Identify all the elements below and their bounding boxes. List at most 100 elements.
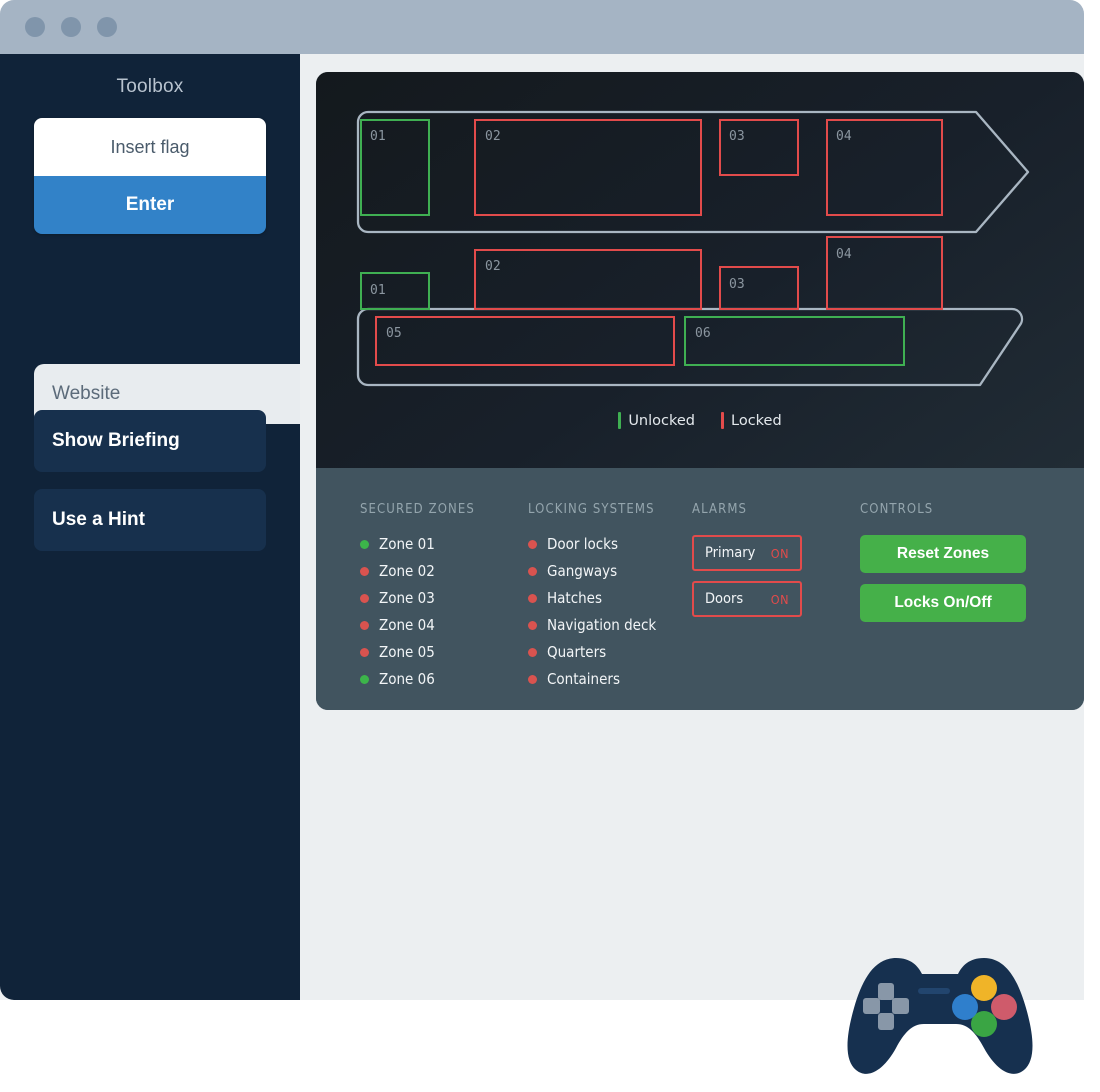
alarm-toggle-primary[interactable]: Primary ON [692,535,802,571]
diagram-legend: Unlocked Locked [316,412,1084,429]
zone-rect-lower-02[interactable] [474,249,702,310]
zone-label-lower-02: 02 [485,259,501,274]
page-root: Toolbox Enter Website Show Briefing Use … [0,0,1100,1092]
zone-label-upper-04: 04 [836,129,852,144]
zone-label-lower-04: 04 [836,247,852,262]
controls-column: CONTROLS Reset Zones Locks On/Off [860,502,1040,710]
alarm-name-doors: Doors [705,591,744,607]
zone-rect-upper-02[interactable] [474,119,702,216]
status-dot-locked [360,647,369,657]
zone-label-lower-03: 03 [729,277,745,292]
show-briefing-label: Show Briefing [52,430,180,451]
alarm-state-doors: ON [770,591,789,607]
secured-zones-heading: SECURED ZONES [360,502,475,517]
gamepad-button-blue [952,994,978,1020]
zone-label-upper-01: 01 [370,129,386,144]
lower-hull-outline [356,307,1024,387]
browser-window: Toolbox Enter Website Show Briefing Use … [0,0,1084,1000]
maximize-icon[interactable] [97,17,117,37]
zone-label-lower-05: 05 [386,326,402,341]
locking-status-label: Quarters [547,643,607,661]
sidebar: Toolbox Enter Website Show Briefing Use … [0,54,304,1000]
zone-label-lower-06: 06 [695,326,711,341]
gamepad-icon [847,958,1033,1074]
window-titlebar [0,0,1084,54]
controls-heading: CONTROLS [860,502,934,517]
toolbox-title: Toolbox [116,76,184,97]
status-dot-locked [360,620,369,630]
zone-label-lower-01: 01 [370,283,386,298]
gamepad-center-bar [918,988,950,994]
reset-zones-button[interactable]: Reset Zones [860,535,1026,573]
locking-status-item: Door locks [528,535,692,553]
gamepad-button-red [991,994,1017,1020]
locking-status-item: Gangways [528,562,692,580]
locks-on-off-button[interactable]: Locks On/Off [860,584,1026,622]
status-dot-unlocked [360,674,369,684]
close-icon[interactable] [25,17,45,37]
locking-status-label: Containers [547,670,620,688]
alarm-state-primary: ON [770,545,789,561]
sidebar-tab-website-label: Website [52,383,121,404]
zone-status-label: Zone 06 [379,670,435,688]
alarm-toggle-doors[interactable]: Doors ON [692,581,802,617]
alarm-name-primary: Primary [705,545,756,561]
status-dot-locked [528,620,537,630]
zone-label-upper-03: 03 [729,129,745,144]
zone-status-item: Zone 06 [360,670,528,688]
locking-status-item: Containers [528,670,692,688]
control-panel: SECURED ZONES Zone 01 Zone 02 Zone 03 Zo… [316,468,1084,710]
legend-swatch-unlocked [618,412,622,429]
locking-status-item: Navigation deck [528,616,692,634]
locking-systems-column: LOCKING SYSTEMS Door locks Gangways Hatc… [528,502,692,710]
status-dot-locked [528,566,537,576]
status-dot-locked [528,674,537,684]
minimize-icon[interactable] [61,17,81,37]
locking-status-label: Hatches [547,589,603,607]
show-briefing-button[interactable]: Show Briefing [34,410,266,472]
locking-status-label: Door locks [547,535,619,553]
locking-systems-heading: LOCKING SYSTEMS [528,502,655,517]
zone-status-label: Zone 05 [379,643,435,661]
ship-diagram: 01 02 03 04 01 02 03 04 05 06 Unlocked L… [316,72,1084,468]
locking-status-label: Navigation deck [547,616,657,634]
legend-swatch-locked [721,412,724,429]
zone-status-item: Zone 01 [360,535,528,553]
status-dot-locked [360,593,369,603]
insert-flag-input[interactable] [34,118,266,176]
use-a-hint-button[interactable]: Use a Hint [34,489,266,551]
zone-status-label: Zone 02 [379,562,435,580]
zone-status-label: Zone 03 [379,589,435,607]
legend-item-unlocked: Unlocked [618,412,695,429]
zone-status-label: Zone 04 [379,616,435,634]
locking-status-item: Hatches [528,589,692,607]
legend-label-locked: Locked [731,412,782,429]
status-dot-locked [528,539,537,549]
status-dot-locked [528,593,537,603]
zone-rect-lower-05[interactable] [375,316,675,366]
enter-button[interactable]: Enter [34,176,266,234]
flag-submit-group: Enter [34,118,266,234]
use-a-hint-label: Use a Hint [52,509,145,530]
ship-security-app: 01 02 03 04 01 02 03 04 05 06 Unlocked L… [316,72,1084,710]
locking-status-label: Gangways [547,562,618,580]
status-dot-locked [528,647,537,657]
secured-zones-column: SECURED ZONES Zone 01 Zone 02 Zone 03 Zo… [360,502,528,710]
ship-diagram-svg: 01 02 03 04 01 02 03 04 05 06 [356,110,1030,387]
legend-label-unlocked: Unlocked [628,412,695,429]
gamepad-button-yellow [971,975,997,1001]
locking-status-item: Quarters [528,643,692,661]
alarms-heading: ALARMS [692,502,748,517]
status-dot-locked [360,566,369,576]
legend-item-locked: Locked [721,412,782,429]
main-content: 01 02 03 04 01 02 03 04 05 06 Unlocked L… [300,54,1084,1000]
zone-status-item: Zone 02 [360,562,528,580]
zone-status-item: Zone 05 [360,643,528,661]
zone-label-upper-02: 02 [485,129,501,144]
zone-status-label: Zone 01 [379,535,435,553]
alarms-column: ALARMS Primary ON Doors ON [692,502,860,710]
status-dot-unlocked [360,539,369,549]
zone-status-item: Zone 04 [360,616,528,634]
zone-status-item: Zone 03 [360,589,528,607]
zone-rect-lower-06[interactable] [684,316,905,366]
